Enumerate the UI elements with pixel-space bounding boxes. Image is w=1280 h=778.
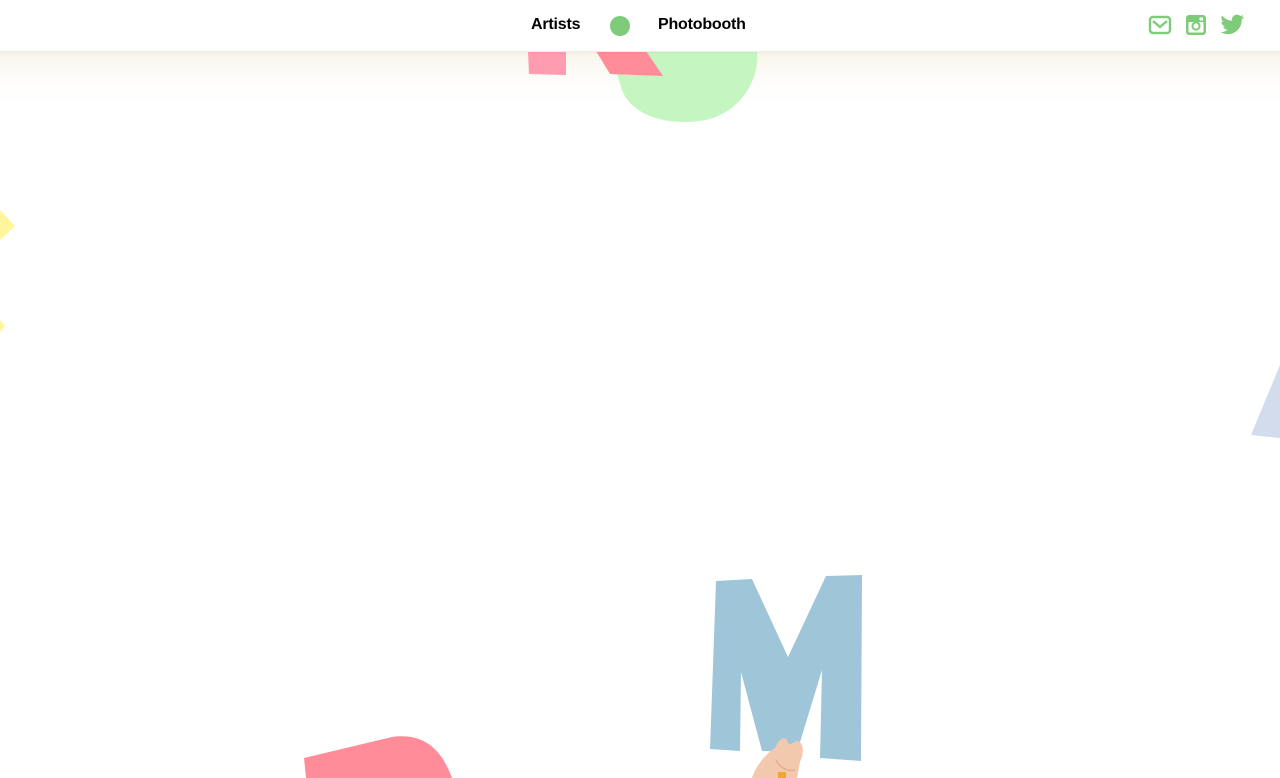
page: Artists Photobooth [0, 0, 1280, 778]
pink-paper-arc [304, 736, 452, 778]
mail-icon[interactable] [1148, 14, 1172, 36]
top-navigation-bar: Artists Photobooth [0, 0, 1280, 52]
hand-holding-letter [752, 738, 803, 778]
instagram-icon[interactable] [1185, 14, 1209, 36]
nav-link-artists[interactable]: Artists [531, 15, 580, 35]
nav-link-photobooth[interactable]: Photobooth [658, 15, 746, 35]
yellow-paper-tip [0, 320, 5, 332]
pink-paper-piece [528, 51, 566, 75]
green-dot-logo-icon[interactable] [610, 16, 630, 36]
twitter-icon[interactable] [1220, 14, 1245, 36]
paper-letter-m [710, 575, 862, 761]
sleeve-hint [778, 772, 786, 778]
lavender-paper-piece [1251, 365, 1280, 438]
decorative-backdrop [0, 51, 1280, 778]
main-nav: Artists Photobooth [0, 0, 1280, 51]
yellow-paper-piece [0, 210, 15, 240]
